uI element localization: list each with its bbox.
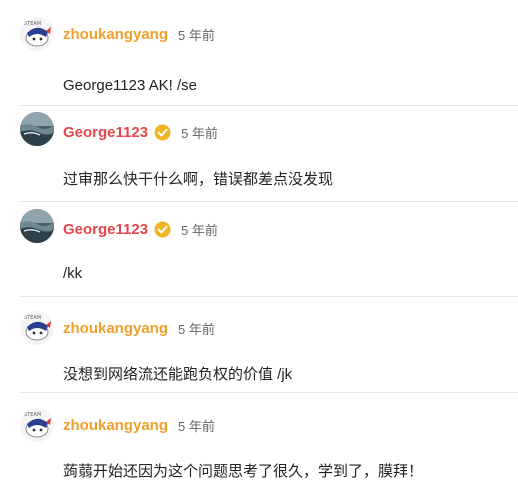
user-avatar[interactable]: STEAM [20, 311, 54, 345]
comment-meta: George1123 5 年前 [63, 123, 218, 142]
anime-character-avatar-icon: STEAM [20, 311, 54, 345]
svg-text:STEAM: STEAM [24, 315, 41, 321]
comment-text: 过审那么快干什么啊，错误都差点没发现 [63, 171, 334, 188]
svg-text:STEAM: STEAM [24, 21, 41, 27]
ocean-wave-avatar-icon [20, 112, 54, 146]
user-avatar[interactable] [20, 112, 54, 146]
username-link[interactable]: zhoukangyang [63, 320, 168, 337]
comment-meta: George1123 5 年前 [63, 220, 218, 239]
user-avatar[interactable]: STEAM [20, 408, 54, 442]
comment-feed: STEAM zhoukangyang 5 年前 George1123 AK! /… [0, 0, 518, 494]
verified-badge-icon [154, 221, 171, 238]
username-link[interactable]: zhoukangyang [63, 417, 168, 434]
comment-meta: zhoukangyang 5 年前 [63, 25, 215, 44]
verified-badge-icon [154, 124, 171, 141]
comment-item: STEAM zhoukangyang 5 年前 没想到网络流还能跑负权的价值 /… [0, 297, 518, 393]
comment-meta: zhoukangyang 5 年前 [63, 416, 215, 435]
comment-meta: zhoukangyang 5 年前 [63, 319, 215, 338]
anime-character-avatar-icon: STEAM [20, 408, 54, 442]
timestamp[interactable]: 5 年前 [181, 220, 218, 239]
comment-item: STEAM zhoukangyang 5 年前 George1123 AK! /… [0, 17, 518, 106]
ocean-wave-avatar-icon [20, 209, 54, 243]
comment-item: George1123 5 年前 过审那么快干什么啊，错误都差点没发现 [0, 106, 518, 202]
comment-text: George1123 AK! /se [63, 77, 197, 94]
timestamp[interactable]: 5 年前 [181, 123, 218, 142]
anime-character-avatar-icon: STEAM [20, 17, 54, 51]
username-link[interactable]: zhoukangyang [63, 26, 168, 43]
comment-item: George1123 5 年前 /kk [0, 202, 518, 297]
svg-text:STEAM: STEAM [24, 412, 41, 418]
username-link[interactable]: George1123 [63, 221, 148, 238]
comment-text: 没想到网络流还能跑负权的价值 /jk [63, 366, 293, 383]
user-avatar[interactable]: STEAM [20, 17, 54, 51]
timestamp[interactable]: 5 年前 [178, 319, 215, 338]
timestamp[interactable]: 5 年前 [178, 25, 215, 44]
comment-text: 蒟蒻开始还因为这个问题思考了很久，学到了，膜拜！ [63, 463, 424, 480]
user-avatar[interactable] [20, 209, 54, 243]
comment-item: STEAM zhoukangyang 5 年前 蒟蒻开始还因为这个问题思考了很久… [0, 393, 518, 494]
username-link[interactable]: George1123 [63, 124, 148, 141]
comment-text: /kk [63, 265, 83, 282]
timestamp[interactable]: 5 年前 [178, 416, 215, 435]
